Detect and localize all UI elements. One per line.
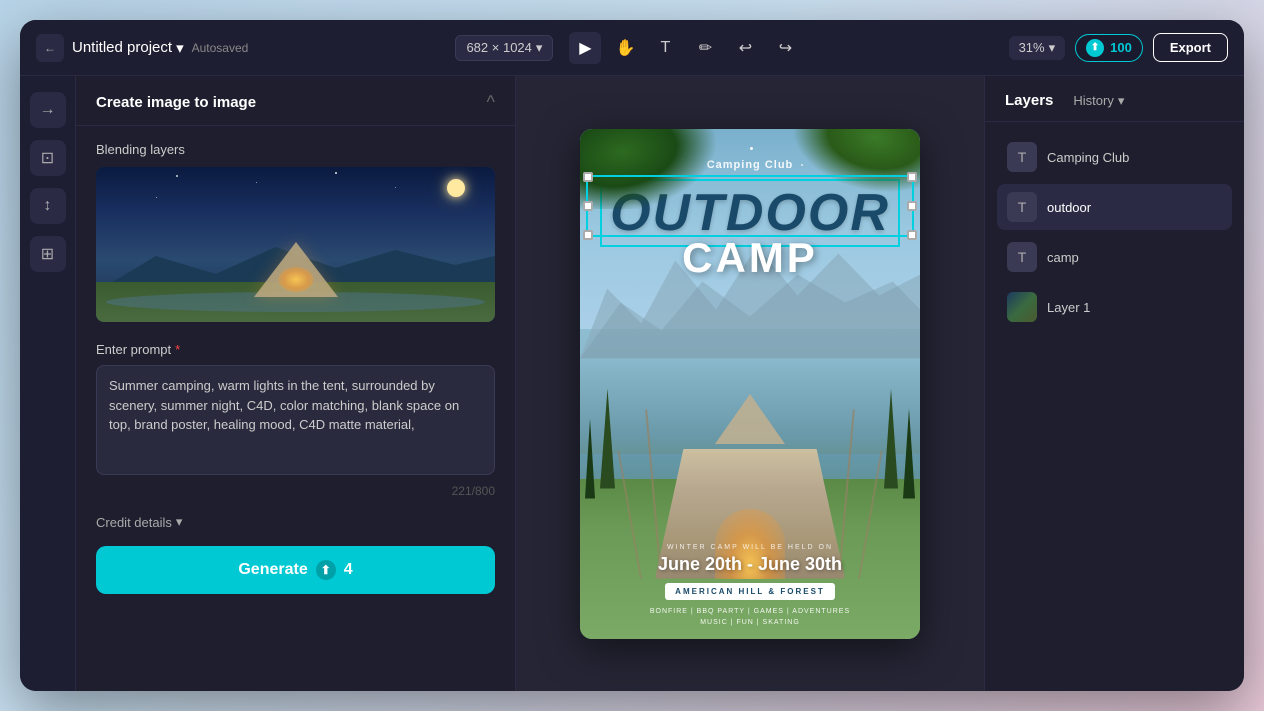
canvas-size-dropdown[interactable]: 682 × 1024 ▾ — [455, 35, 553, 61]
canvas-poster: Camping Club OUTDOOR — [580, 129, 920, 639]
toolbar-tools: ▶ ✋ T ✏ ↩ ↪ — [569, 32, 801, 64]
header: ← Untitled project ▾ Autosaved 682 × 102… — [20, 20, 1244, 76]
header-right: 31% ▾ ⬆ 100 Export — [1009, 33, 1228, 62]
credit-details-dropdown[interactable]: Credit details ▾ — [96, 514, 495, 530]
layers-tab[interactable]: Layers — [1005, 92, 1053, 109]
generate-label: Generate — [238, 561, 307, 579]
main-content: → ⊡ ↕ ⊞ Create image to image ^ Blending… — [20, 76, 1244, 691]
poster-bottom-info: WINTER CAMP WILL BE HELD ON June 20th - … — [580, 534, 920, 638]
zoom-level-text: 31% — [1019, 40, 1045, 55]
date-text: June 20th - June 30th — [595, 554, 905, 575]
select-tool-button[interactable]: ▶ — [569, 32, 601, 64]
sidebar-icon-arrow[interactable]: → — [30, 92, 66, 128]
panel-body: Blending layers — [76, 126, 515, 691]
credit-details-chevron: ▾ — [176, 514, 183, 530]
redo-button[interactable]: ↪ — [769, 32, 801, 64]
layer-text-icon: T — [1007, 142, 1037, 172]
generate-count: 4 — [344, 561, 353, 579]
poster: Camping Club OUTDOOR — [580, 129, 920, 639]
sidebar-icon-image[interactable]: ⊡ — [30, 140, 66, 176]
layer-item[interactable]: Layer 1 — [997, 284, 1232, 330]
header-center: 682 × 1024 ▾ ▶ ✋ T ✏ ↩ ↪ — [260, 32, 996, 64]
pen-tool-button[interactable]: ✏ — [689, 32, 721, 64]
history-tab-label: History — [1073, 93, 1113, 108]
generate-icon: ⬆ — [316, 560, 336, 580]
activities-line2: MUSIC | FUN | SKATING — [595, 617, 905, 628]
prompt-section: Enter prompt * 221/800 — [96, 342, 495, 498]
layer-thumbnail — [1007, 292, 1037, 322]
panel-header: Create image to image ^ — [76, 76, 515, 126]
canvas-size-text: 682 × 1024 — [466, 40, 531, 55]
panel-collapse-button[interactable]: ^ — [487, 92, 495, 113]
layer-name: Camping Club — [1047, 150, 1129, 165]
project-title-text: Untitled project — [72, 39, 172, 56]
layer-name: Layer 1 — [1047, 300, 1090, 315]
sidebar-icons: → ⊡ ↕ ⊞ — [20, 76, 76, 691]
activities-line1: BONFIRE | BBQ PARTY | GAMES | ADVENTURES — [595, 606, 905, 617]
layer-name: outdoor — [1047, 200, 1091, 215]
right-panel-header: Layers History ▾ — [985, 76, 1244, 122]
location-badge: AMERICAN HILL & FOREST — [665, 583, 835, 600]
credit-details-label: Credit details — [96, 515, 172, 530]
sidebar-icon-transform[interactable]: ↕ — [30, 188, 66, 224]
text-tool-button[interactable]: T — [649, 32, 681, 64]
prompt-textarea[interactable] — [96, 365, 495, 475]
export-button[interactable]: Export — [1153, 33, 1228, 62]
prompt-label-row: Enter prompt * — [96, 342, 495, 357]
back-button[interactable]: ← — [36, 34, 64, 62]
blending-label: Blending layers — [96, 142, 495, 157]
history-tab[interactable]: History ▾ — [1073, 93, 1124, 109]
layer-item[interactable]: T camp — [997, 234, 1232, 280]
right-panel: Layers History ▾ T Camping Club T outdoo… — [984, 76, 1244, 691]
app-window: ← Untitled project ▾ Autosaved 682 × 102… — [20, 20, 1244, 691]
zoom-chevron: ▾ — [1049, 40, 1056, 56]
zoom-control[interactable]: 31% ▾ — [1009, 36, 1066, 60]
tent-illustration — [96, 167, 495, 322]
poster-camp-text: CAMP — [580, 234, 920, 282]
camp-text: CAMP — [682, 234, 818, 281]
panel-title: Create image to image — [96, 94, 256, 111]
left-panel: Create image to image ^ Blending layers — [76, 76, 516, 691]
credit-icon: ⬆ — [1086, 39, 1104, 57]
project-title-chevron: ▾ — [176, 39, 184, 57]
history-tab-chevron: ▾ — [1118, 93, 1125, 109]
layer-item[interactable]: T outdoor — [997, 184, 1232, 230]
layer-item[interactable]: T Camping Club — [997, 134, 1232, 180]
canvas-size-chevron: ▾ — [536, 40, 543, 56]
hand-tool-button[interactable]: ✋ — [609, 32, 641, 64]
credit-count: 100 — [1110, 40, 1132, 55]
layer-text-icon: T — [1007, 192, 1037, 222]
undo-button[interactable]: ↩ — [729, 32, 761, 64]
generate-button[interactable]: Generate ⬆ 4 — [96, 546, 495, 594]
winter-camp-label: WINTER CAMP WILL BE HELD ON — [595, 544, 905, 551]
char-count: 221/800 — [96, 484, 495, 498]
prompt-label: Enter prompt — [96, 342, 171, 357]
required-star: * — [175, 342, 180, 357]
canvas-area[interactable]: Camping Club OUTDOOR — [516, 76, 984, 691]
layer-name: camp — [1047, 250, 1079, 265]
blending-image[interactable] — [96, 167, 495, 322]
sidebar-icon-grid[interactable]: ⊞ — [30, 236, 66, 272]
project-title-dropdown[interactable]: Untitled project ▾ — [72, 39, 184, 57]
credit-badge[interactable]: ⬆ 100 — [1075, 34, 1143, 62]
layer-text-icon: T — [1007, 242, 1037, 272]
layers-list: T Camping Club T outdoor T camp — [985, 122, 1244, 691]
autosaved-label: Autosaved — [192, 41, 249, 55]
header-left: ← Untitled project ▾ Autosaved — [36, 34, 248, 62]
